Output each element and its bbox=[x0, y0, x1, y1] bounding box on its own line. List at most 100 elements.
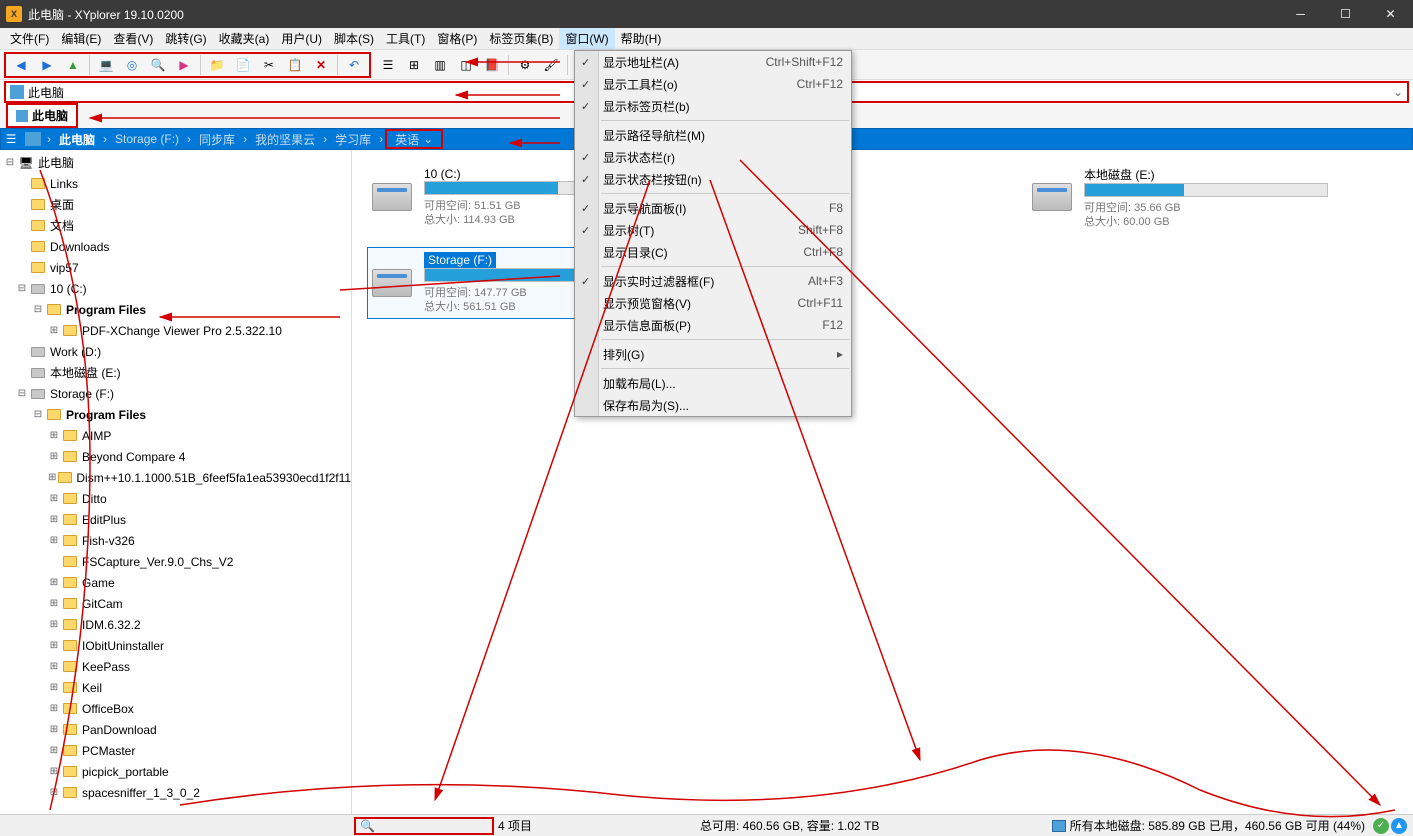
address-dropdown-icon[interactable]: ⌄ bbox=[1393, 85, 1403, 99]
tree-toggle-icon[interactable] bbox=[16, 367, 28, 379]
tree-toggle-icon[interactable]: ⊞ bbox=[48, 724, 60, 736]
close-button[interactable]: ✕ bbox=[1368, 0, 1413, 28]
tree-toggle-icon[interactable]: ⊟ bbox=[32, 409, 44, 421]
tree-toggle-icon[interactable]: ⊞ bbox=[48, 325, 60, 337]
search-icon[interactable]: 🔍 bbox=[146, 53, 170, 77]
tree-toggle-icon[interactable]: ⊟ bbox=[16, 283, 28, 295]
tree-toggle-icon[interactable] bbox=[16, 346, 28, 358]
tree-item[interactable]: ⊞EditPlus bbox=[0, 509, 351, 530]
tree-item[interactable]: 本地磁盘 (E:) bbox=[0, 362, 351, 383]
gear-icon[interactable]: ⚙ bbox=[513, 53, 537, 77]
bc-seg-5[interactable]: 英语⌄ bbox=[385, 129, 443, 149]
menu-2[interactable]: 查看(V) bbox=[107, 28, 159, 49]
menu-3[interactable]: 跳转(G) bbox=[159, 28, 212, 49]
tree-item[interactable]: ⊞Ditto bbox=[0, 488, 351, 509]
tree-toggle-icon[interactable]: ⊞ bbox=[48, 472, 56, 484]
tree-toggle-icon[interactable]: ⊟ bbox=[32, 304, 44, 316]
tab-this-pc[interactable]: 此电脑 bbox=[6, 103, 78, 128]
details-pane[interactable]: 10 (C:) 可用空间: 51.51 GB 总大小: 114.93 GB 本地… bbox=[352, 150, 1413, 818]
drive-tile[interactable]: 本地磁盘 (E:) 可用空间: 35.66 GB 总大小: 60.00 GB bbox=[1028, 162, 1328, 232]
tree-item[interactable]: FSCapture_Ver.9.0_Chs_V2 bbox=[0, 551, 351, 572]
bc-seg-2[interactable]: 同步库 bbox=[193, 131, 241, 148]
undo-icon[interactable]: ↶ bbox=[342, 53, 366, 77]
maximize-button[interactable]: ☐ bbox=[1323, 0, 1368, 28]
menu-4[interactable]: 收藏夹(a) bbox=[213, 28, 276, 49]
tree-item[interactable]: ⊞picpick_portable bbox=[0, 761, 351, 782]
menu-6[interactable]: 脚本(S) bbox=[328, 28, 380, 49]
tree-item[interactable]: ⊞OfficeBox bbox=[0, 698, 351, 719]
brush-icon[interactable]: 🖌 bbox=[539, 53, 563, 77]
tree-item[interactable]: vip57 bbox=[0, 257, 351, 278]
tree-item[interactable]: Links bbox=[0, 173, 351, 194]
menu-item[interactable]: ✓显示实时过滤器框(F)Alt+F3 bbox=[575, 270, 851, 292]
status-ok-badge[interactable]: ✓ bbox=[1373, 818, 1389, 834]
forward-button[interactable]: ▶ bbox=[35, 53, 59, 77]
tree-item[interactable]: ⊞KeePass bbox=[0, 656, 351, 677]
tree-item[interactable]: ⊟Program Files bbox=[0, 299, 351, 320]
tree-item[interactable]: ⊟Storage (F:) bbox=[0, 383, 351, 404]
copy-icon[interactable]: 📄 bbox=[231, 53, 255, 77]
menu-item[interactable]: ✓显示地址栏(A)Ctrl+Shift+F12 bbox=[575, 51, 851, 73]
menu-item[interactable]: 显示信息面板(P)F12 bbox=[575, 314, 851, 336]
menu-5[interactable]: 用户(U) bbox=[275, 28, 328, 49]
view-details-icon[interactable]: ⊞ bbox=[402, 53, 426, 77]
cut-icon[interactable]: ✂ bbox=[257, 53, 281, 77]
tree-toggle-icon[interactable]: ⊞ bbox=[48, 430, 60, 442]
tree-item[interactable]: ⊞PanDownload bbox=[0, 719, 351, 740]
menu-item[interactable]: 排列(G)▸ bbox=[575, 343, 851, 365]
tree-toggle-icon[interactable]: ⊞ bbox=[48, 598, 60, 610]
tree-toggle-icon[interactable]: ⊞ bbox=[48, 766, 60, 778]
bc-seg-4[interactable]: 学习库 bbox=[329, 131, 377, 148]
new-folder-icon[interactable]: 📁 bbox=[205, 53, 229, 77]
tree-toggle-icon[interactable]: ⊞ bbox=[48, 619, 60, 631]
tree-item[interactable]: 文档 bbox=[0, 215, 351, 236]
tree-item[interactable]: ⊞Fish-v326 bbox=[0, 530, 351, 551]
tree-toggle-icon[interactable] bbox=[16, 220, 28, 232]
up-button[interactable]: ▲ bbox=[61, 53, 85, 77]
menu-10[interactable]: 窗口(W) bbox=[559, 28, 614, 49]
tree-item[interactable]: ⊞IDM.6.32.2 bbox=[0, 614, 351, 635]
dual-pane-icon[interactable]: ◫ bbox=[454, 53, 478, 77]
tree-item[interactable]: ⊟10 (C:) bbox=[0, 278, 351, 299]
tree-toggle-icon[interactable]: ⊞ bbox=[48, 493, 60, 505]
tree-item[interactable]: ⊞IObitUninstaller bbox=[0, 635, 351, 656]
tree-item[interactable]: ⊟此电脑 bbox=[0, 152, 351, 173]
menu-item[interactable]: 显示目录(C)Ctrl+F8 bbox=[575, 241, 851, 263]
tree-item[interactable]: ⊞Beyond Compare 4 bbox=[0, 446, 351, 467]
tree-toggle-icon[interactable]: ⊞ bbox=[48, 682, 60, 694]
tree-toggle-icon[interactable]: ⊞ bbox=[48, 745, 60, 757]
menu-item[interactable]: 显示路径导航栏(M) bbox=[575, 124, 851, 146]
breadcrumb-menu-icon[interactable]: ☰ bbox=[1, 129, 21, 149]
tree-item[interactable]: ⊞AIMP bbox=[0, 425, 351, 446]
menu-item[interactable]: 保存布局为(S)... bbox=[575, 394, 851, 416]
tree-toggle-icon[interactable]: ⊞ bbox=[48, 451, 60, 463]
tree-item[interactable]: ⊞Game bbox=[0, 572, 351, 593]
view-list-icon[interactable]: ☰ bbox=[376, 53, 400, 77]
menu-item[interactable]: ✓显示状态栏按钮(n) bbox=[575, 168, 851, 190]
tree-toggle-icon[interactable]: ⊞ bbox=[48, 514, 60, 526]
delete-icon[interactable]: ✕ bbox=[309, 53, 333, 77]
tree-toggle-icon[interactable]: ⊞ bbox=[48, 703, 60, 715]
tree-item[interactable]: ⊞spacesniffer_1_3_0_2 bbox=[0, 782, 351, 803]
tree-toggle-icon[interactable] bbox=[16, 199, 28, 211]
minimize-button[interactable]: ─ bbox=[1278, 0, 1323, 28]
tree-item[interactable]: 桌面 bbox=[0, 194, 351, 215]
bc-seg-1[interactable]: Storage (F:) bbox=[109, 132, 185, 146]
tree-item[interactable]: ⊞GitCam bbox=[0, 593, 351, 614]
menu-item[interactable]: ✓显示树(T)Shift+F8 bbox=[575, 219, 851, 241]
menu-7[interactable]: 工具(T) bbox=[380, 28, 431, 49]
menu-item[interactable]: 显示预览窗格(V)Ctrl+F11 bbox=[575, 292, 851, 314]
tree-pane[interactable]: ⊟此电脑Links桌面文档Downloadsvip57⊟10 (C:)⊟Prog… bbox=[0, 150, 352, 818]
back-button[interactable]: ◀ bbox=[9, 53, 33, 77]
breadcrumb-pc-icon[interactable] bbox=[25, 132, 41, 146]
tree-toggle-icon[interactable]: ⊞ bbox=[48, 787, 60, 799]
menu-0[interactable]: 文件(F) bbox=[4, 28, 55, 49]
menu-item[interactable]: ✓显示工具栏(o)Ctrl+F12 bbox=[575, 73, 851, 95]
tree-toggle-icon[interactable]: ⊞ bbox=[48, 640, 60, 652]
tree-toggle-icon[interactable]: ⊞ bbox=[48, 535, 60, 547]
tree-item[interactable]: ⊞Keil bbox=[0, 677, 351, 698]
tree-toggle-icon[interactable]: ⊞ bbox=[48, 577, 60, 589]
menu-8[interactable]: 窗格(P) bbox=[431, 28, 483, 49]
paste-icon[interactable]: 📋 bbox=[283, 53, 307, 77]
menu-item[interactable]: ✓显示状态栏(r) bbox=[575, 146, 851, 168]
